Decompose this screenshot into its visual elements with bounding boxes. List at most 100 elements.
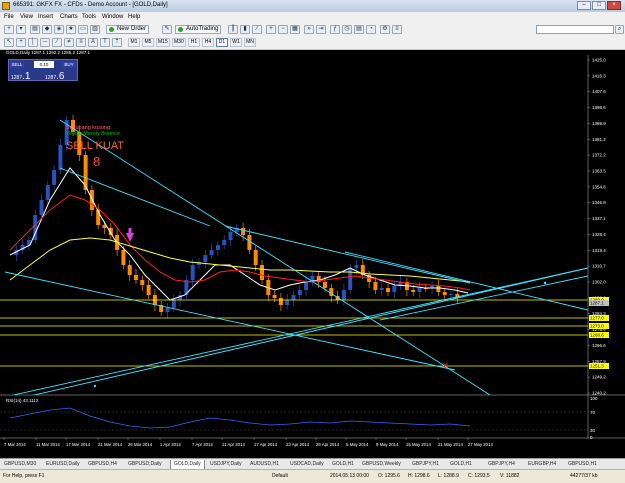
minimize-button[interactable]: – bbox=[577, 1, 591, 10]
options-icon[interactable]: ⚙ bbox=[380, 25, 390, 34]
price-axis-label: 1389.9 bbox=[592, 121, 606, 126]
menu-tools[interactable]: Tools bbox=[82, 14, 96, 20]
horizontal-line-icon[interactable]: ─ bbox=[40, 38, 50, 47]
timeframe-m30[interactable]: M30 bbox=[172, 38, 186, 47]
eight-icon: 8 bbox=[93, 154, 100, 169]
candle bbox=[442, 292, 447, 295]
timeframe-w1[interactable]: W1 bbox=[230, 38, 242, 47]
timeframe-mn[interactable]: MN bbox=[244, 38, 256, 47]
price-tag-label: 1251.3 bbox=[590, 364, 604, 369]
bid-price-pips: .1 bbox=[22, 71, 31, 82]
maximize-button[interactable]: □ bbox=[592, 1, 606, 10]
candle bbox=[323, 282, 327, 288]
metaeditor-icon[interactable]: ✎ bbox=[162, 25, 172, 34]
zoom-out-icon[interactable]: − bbox=[278, 25, 288, 34]
buy-button[interactable]: BUY bbox=[62, 61, 76, 68]
date-axis-label: 27 May 2014 bbox=[468, 442, 493, 447]
label-icon[interactable]: T bbox=[100, 38, 110, 47]
chart-tab[interactable]: GBPUSD,Weekly bbox=[362, 460, 401, 469]
trendline-down-4[interactable] bbox=[4, 271, 456, 371]
trendline-icon[interactable]: ∕ bbox=[52, 38, 62, 47]
ask-price[interactable]: 1287.6 bbox=[45, 71, 64, 82]
chart-tab[interactable]: USDCAD,Daily bbox=[290, 460, 324, 469]
chart-tab[interactable]: AUDUSD,H1 bbox=[250, 460, 279, 469]
timeframe-d1[interactable]: D1 bbox=[216, 38, 228, 47]
autotrading-button[interactable]: AutoTrading bbox=[175, 25, 222, 34]
profiles-icon[interactable]: ▤ bbox=[30, 25, 40, 34]
chart-shift-icon[interactable]: ⇥ bbox=[316, 25, 326, 34]
fibonacci-icon[interactable]: ≡ bbox=[76, 38, 86, 47]
menu-file[interactable]: File bbox=[4, 14, 14, 20]
bar-chart-icon[interactable]: ┃ bbox=[228, 25, 238, 34]
trendline-top[interactable] bbox=[59, 167, 211, 227]
status-bar: For Help, press F1 Default 2014.05.13 00… bbox=[0, 469, 625, 483]
periods-icon[interactable]: ◷ bbox=[342, 25, 352, 34]
candle bbox=[121, 250, 126, 265]
candle bbox=[253, 250, 258, 265]
text-icon[interactable]: A bbox=[88, 38, 98, 47]
templates-icon[interactable]: ▤ bbox=[354, 25, 364, 34]
red-x-icon[interactable]: ✕ bbox=[442, 361, 449, 370]
chart-window[interactable]: GOLD,Daily 1287.1 1292.2 1285.2 1287.1 ✕… bbox=[0, 50, 625, 458]
layers-icon[interactable]: ≡ bbox=[392, 25, 402, 34]
crosshair-icon[interactable]: + bbox=[16, 38, 26, 47]
chart-tab[interactable]: GBPUSD,Daily bbox=[128, 460, 162, 469]
line-chart-icon[interactable]: ∕ bbox=[252, 25, 262, 34]
drawing-toolbar: ↖ + │ ─ ∕ ≠ ≡ A T ⇡ M1 M5 M15 M30 H1 H4 … bbox=[0, 36, 625, 50]
search-icon[interactable]: ⌕ bbox=[615, 25, 624, 34]
chart-tab[interactable]: EURGBP,H4 bbox=[528, 460, 556, 469]
arrows-icon[interactable]: ⇡ bbox=[112, 38, 122, 47]
zoom-in-icon[interactable]: + bbox=[266, 25, 276, 34]
search-input[interactable] bbox=[536, 25, 614, 34]
lot-size-input[interactable]: 0.10 bbox=[34, 61, 54, 68]
price-axis-label: 1310.7 bbox=[592, 264, 606, 269]
status-traffic: 44277/37 kb bbox=[570, 473, 598, 479]
menu-window[interactable]: Window bbox=[102, 14, 123, 20]
menu-help[interactable]: Help bbox=[128, 14, 140, 20]
new-order-button[interactable]: New Order bbox=[106, 25, 150, 34]
bid-price-main: 1287 bbox=[11, 75, 23, 81]
new-chart-icon[interactable]: + bbox=[4, 25, 14, 34]
cursor-icon[interactable]: ↖ bbox=[4, 38, 14, 47]
tile-windows-icon[interactable]: ▦ bbox=[290, 25, 300, 34]
candlestick-icon[interactable]: ▮ bbox=[240, 25, 250, 34]
timeframe-m15[interactable]: M15 bbox=[156, 38, 170, 47]
trendline-up-1[interactable] bbox=[0, 267, 588, 398]
tester-icon[interactable]: ▥ bbox=[90, 25, 100, 34]
chart-tab[interactable]: EURUSD,Daily bbox=[46, 460, 80, 469]
navigator-icon[interactable]: ★ bbox=[66, 25, 76, 34]
timeframe-m1[interactable]: M1 bbox=[128, 38, 140, 47]
dropdown-icon[interactable]: ▾ bbox=[16, 25, 26, 34]
sell-button[interactable]: SELL bbox=[10, 61, 24, 68]
price-chart[interactable]: ✕ 8 Sr. lubang kosong Yellow Moody Bounc… bbox=[0, 50, 625, 458]
trendline-up-3[interactable] bbox=[379, 275, 588, 321]
indicators-icon[interactable]: ƒ bbox=[330, 25, 340, 34]
menu-charts[interactable]: Charts bbox=[60, 14, 78, 20]
channel-icon[interactable]: ≠ bbox=[64, 38, 74, 47]
clock-icon[interactable]: ◔ bbox=[366, 25, 376, 34]
chart-tab[interactable]: GBPUSD,M30 bbox=[4, 460, 36, 469]
chart-tab[interactable]: USDJPY,Daily bbox=[210, 460, 242, 469]
candle bbox=[58, 145, 63, 170]
timeframe-h4[interactable]: H4 bbox=[202, 38, 214, 47]
chart-tab[interactable]: GOLD,H1 bbox=[450, 460, 472, 469]
chart-tab[interactable]: GOLD,H1 bbox=[332, 460, 354, 469]
bid-price[interactable]: 1287.1 bbox=[11, 71, 30, 82]
market-watch-icon[interactable]: ◆ bbox=[42, 25, 52, 34]
chart-tab[interactable]: GBPUSD,H1 bbox=[568, 460, 597, 469]
close-button[interactable]: × bbox=[607, 1, 621, 10]
timeframe-m5[interactable]: M5 bbox=[142, 38, 154, 47]
vertical-line-icon[interactable]: │ bbox=[28, 38, 38, 47]
auto-scroll-icon[interactable]: » bbox=[304, 25, 314, 34]
candle bbox=[89, 190, 94, 210]
terminal-icon[interactable]: ▭ bbox=[78, 25, 88, 34]
trendline-up-2[interactable] bbox=[30, 267, 588, 396]
chart-tab[interactable]: GBPUSD,H4 bbox=[88, 460, 117, 469]
chart-tab[interactable]: GBPJPY,H1 bbox=[412, 460, 439, 469]
data-window-icon[interactable]: ◈ bbox=[54, 25, 64, 34]
menu-view[interactable]: View bbox=[20, 14, 33, 20]
autotrading-label: AutoTrading bbox=[186, 26, 219, 32]
menu-insert[interactable]: Insert bbox=[38, 14, 53, 20]
chart-tab[interactable]: GBPJPY,H4 bbox=[488, 460, 515, 469]
timeframe-h1[interactable]: H1 bbox=[188, 38, 200, 47]
